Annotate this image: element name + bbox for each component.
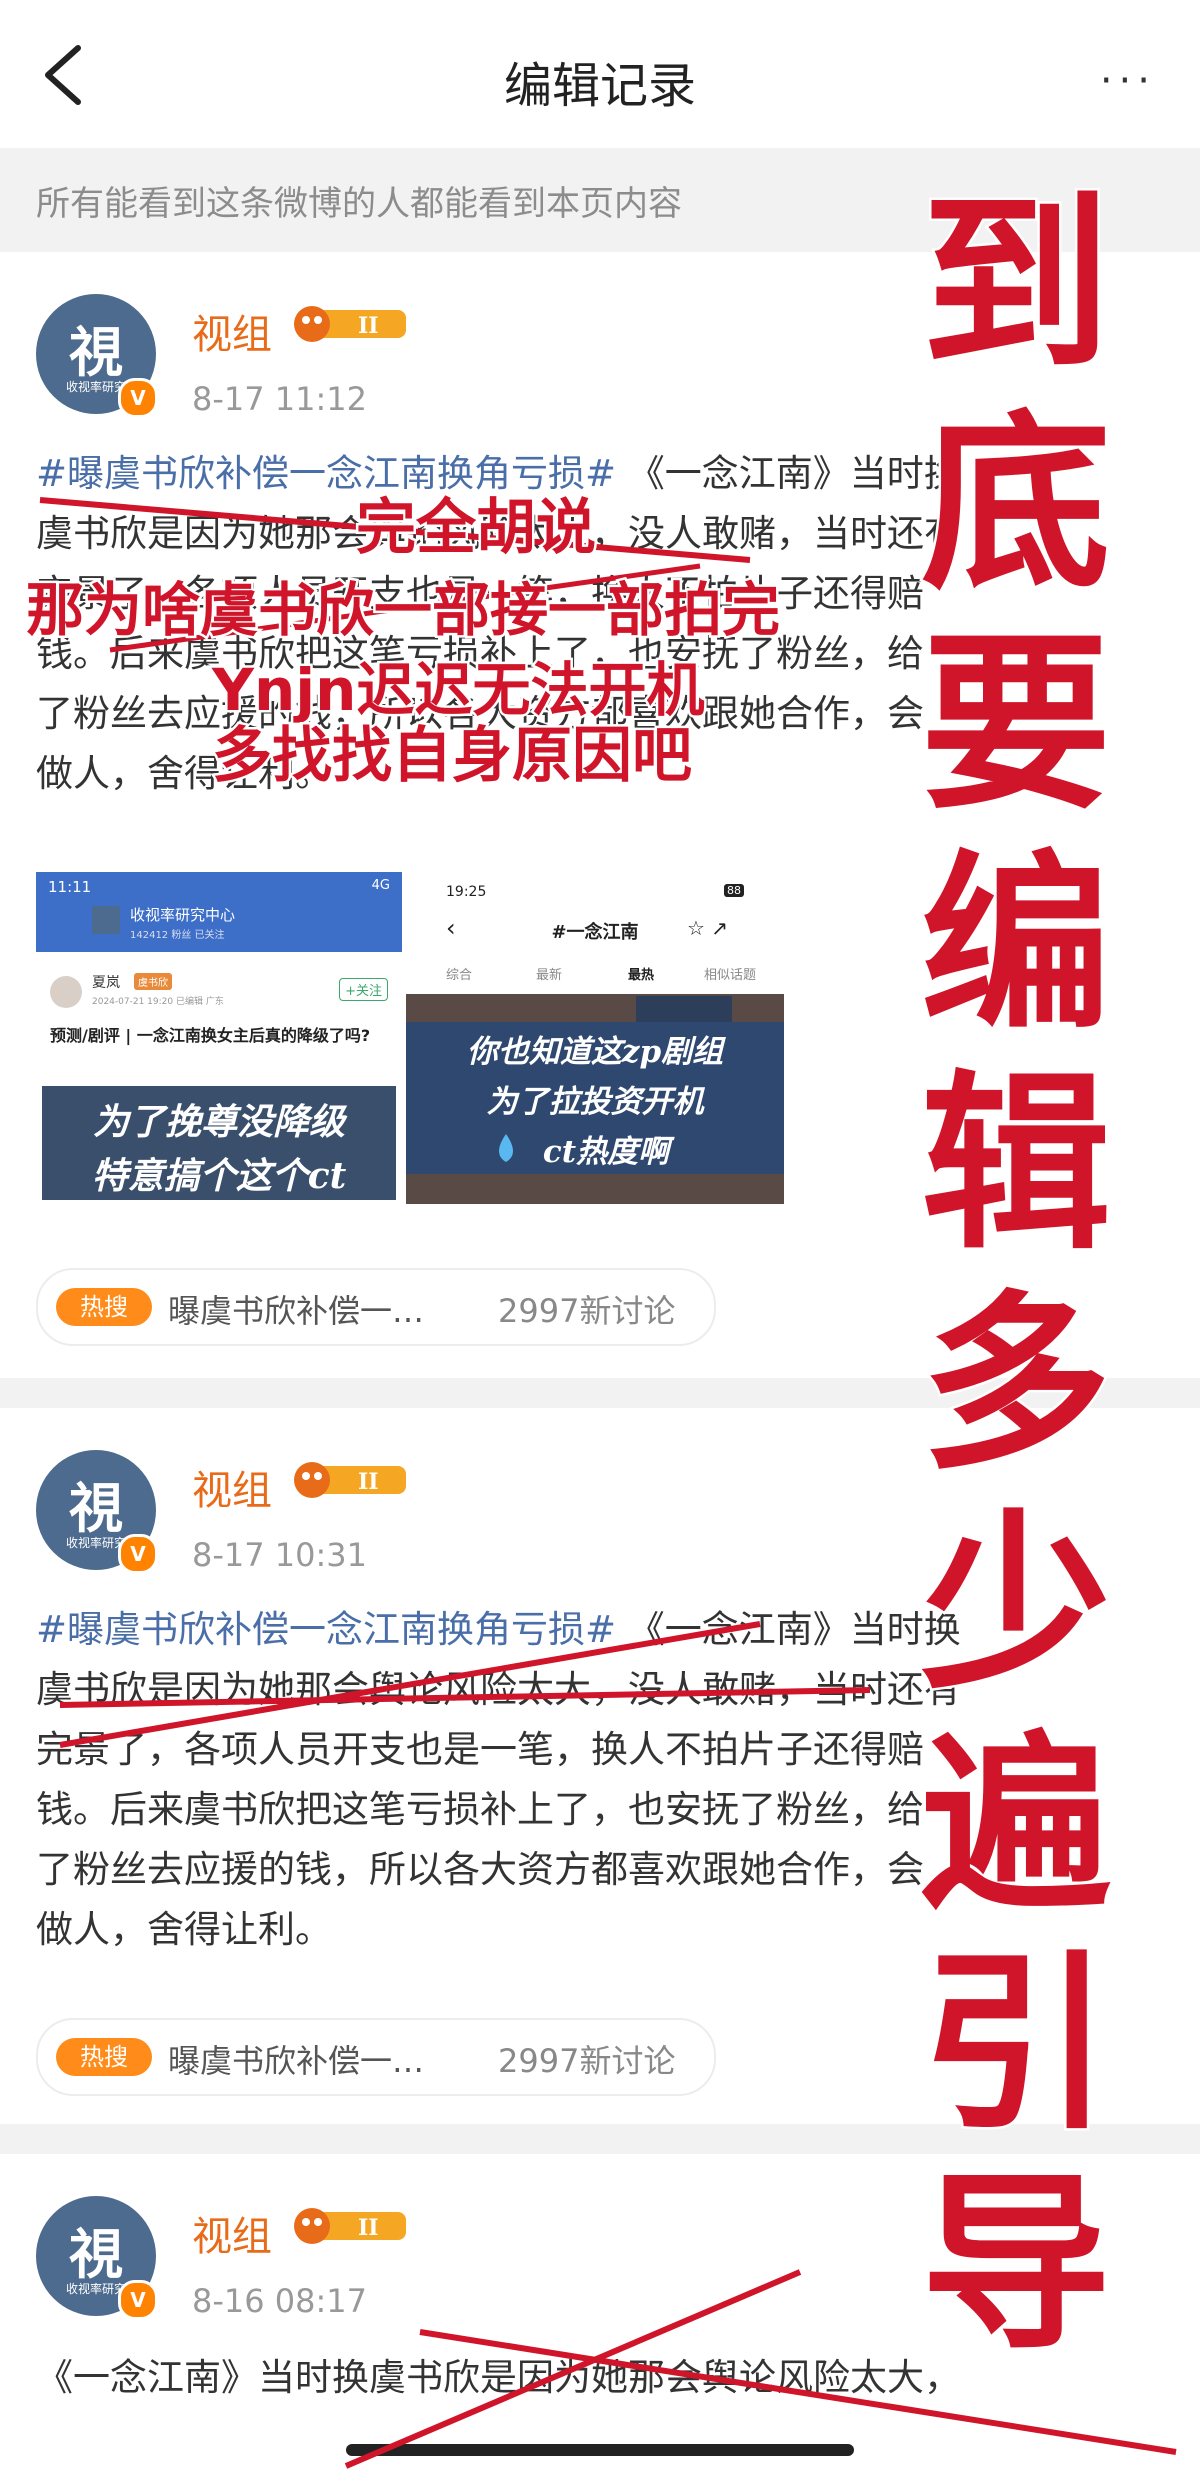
visibility-notice-text: 所有能看到这条微博的人都能看到本页内容 [36,184,682,224]
caption-line: 为了拉投资开机 [487,1084,706,1120]
svg-text:II: II [358,1469,379,1495]
discussion-count: 2997新讨论 [498,2042,676,2080]
post-time: 8-17 10:31 [192,1536,368,1574]
trending-topic-text: 曝虞书欣补偿一… [168,2042,425,2080]
username[interactable]: 视组 [192,2204,272,2262]
trending-topic-pill[interactable]: 热搜 曝虞书欣补偿一… 2997新讨论 [36,2018,716,2096]
post-body: #曝虞书欣补偿一念江南换角亏损# 《一念江南》当时换 虞书欣是因为她那会舆论风险… [36,1608,961,1951]
edit-record-card: 視 收视率研究 V 视组 II 8-17 11:12 #曝虞书欣补偿一念江南换角… [0,252,1200,1378]
username[interactable]: 视组 [192,302,272,360]
topic-link[interactable]: #曝虞书欣补偿一念江南换角亏损# [36,452,616,495]
caption-line: ct热度啊 [543,1134,675,1170]
verified-badge-icon: V [118,2280,158,2320]
svg-text:II: II [358,2215,379,2241]
verified-badge-icon: V [118,378,158,418]
hot-search-badge: 热搜 [56,1288,152,1326]
trending-topic-text: 曝虞书欣补偿一… [168,1292,425,1330]
edit-record-card: 視 收视率研究 V 视组 II 8-17 10:31 #曝虞书欣补偿一念江南换角… [0,1408,1200,2124]
caption-line: 你也知道这zp剧组 [467,1034,726,1070]
separator [0,1378,1200,1408]
edit-record-card: 視 收视率研究 V 视组 II 8-16 08:17 《一念江南》当时换虞书欣是… [0,2154,1200,2477]
trending-topic-pill[interactable]: 热搜 曝虞书欣补偿一… 2997新讨论 [36,1268,716,1346]
separator [0,2124,1200,2154]
post-time: 8-16 08:17 [192,2282,368,2320]
post-body: #曝虞书欣补偿一念江南换角亏损# 《一念江南》当时换 虞书欣是因为她那会舆论风险… [36,452,961,795]
visibility-notice: 所有能看到这条微博的人都能看到本页内容 [0,148,1200,252]
verified-badge-icon: V [118,1534,158,1574]
fan-medal-icon: II [294,306,406,342]
hot-search-badge: 热搜 [56,2038,152,2076]
caption-line: 特意搞个这个ct [92,1155,347,1197]
username[interactable]: 视组 [192,1458,272,1516]
caption-line: 为了挽尊没降级 [93,1101,348,1143]
post-body: 《一念江南》当时换虞书欣是因为她那会舆论风险太大， [36,2356,961,2399]
home-indicator [346,2444,854,2456]
sweat-drop-icon [499,1134,513,1162]
post-time: 8-17 11:12 [192,380,368,418]
svg-text:II: II [358,313,379,339]
attached-image-right[interactable]: 19:25 88 ‹ #一念江南 ☆ ↗ 综合 最新 最热 相似话题 你也知道这… [406,872,784,1204]
topic-link[interactable]: #曝虞书欣补偿一念江南换角亏损# [36,1608,616,1651]
fan-medal-icon: II [294,2208,406,2244]
page-title: 编辑记录 [503,58,696,114]
attached-image-left[interactable]: 11:11 4G 收视率研究中心 142412 粉丝 已关注 夏岚 虞书欣 20… [36,872,402,1204]
discussion-count: 2997新讨论 [498,1292,676,1330]
more-options-icon[interactable]: ··· [1100,58,1156,104]
nav-bar: 编辑记录 ··· [0,0,1200,148]
fan-medal-icon: II [294,1462,406,1498]
